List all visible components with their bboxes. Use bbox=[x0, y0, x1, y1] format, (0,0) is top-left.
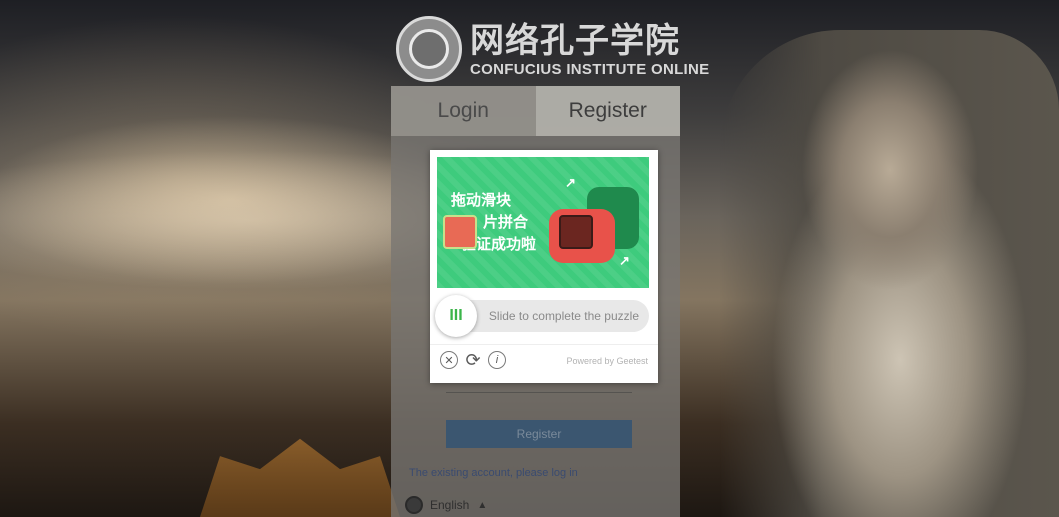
tab-login[interactable]: Login bbox=[391, 86, 536, 136]
arrow-icon: ↗ bbox=[565, 175, 576, 190]
tab-register[interactable]: Register bbox=[535, 86, 680, 136]
grip-icon: III bbox=[449, 307, 463, 324]
language-label: English bbox=[430, 498, 470, 512]
logo-title-en: CONFUCIUS INSTITUTE ONLINE bbox=[470, 60, 710, 78]
logo-seal-icon bbox=[396, 16, 462, 82]
puzzle-text-line-1: 拖动滑块 bbox=[451, 191, 512, 209]
powered-by-geetest: Powered by Geetest bbox=[566, 356, 648, 366]
puzzle-piece bbox=[443, 215, 477, 249]
site-logo: 网络孔子学院 CONFUCIUS INSTITUTE ONLINE bbox=[396, 16, 709, 82]
close-icon[interactable]: ✕ bbox=[440, 351, 458, 369]
captcha-popup: 拖动滑块 片拼合 验证成功啦 ↗ ↗ Slide to complete the… bbox=[430, 150, 658, 383]
refresh-icon[interactable]: ⟳ bbox=[464, 350, 482, 370]
logo-title-cn: 网络孔子学院 bbox=[470, 20, 680, 61]
register-button[interactable]: Register bbox=[446, 420, 632, 448]
chevron-up-icon: ▲ bbox=[477, 499, 488, 511]
slider-handle[interactable]: III bbox=[435, 295, 477, 337]
puzzle-target-slot bbox=[559, 215, 593, 249]
puzzle-text-line-2: 片拼合 bbox=[483, 213, 529, 231]
arrow-icon: ↗ bbox=[619, 253, 630, 268]
confucius-statue-image bbox=[720, 30, 1059, 517]
info-icon[interactable]: i bbox=[488, 351, 506, 369]
existing-account-link[interactable]: The existing account, please log in bbox=[409, 467, 578, 479]
language-selector[interactable]: English ▲ bbox=[405, 496, 487, 514]
slider-prompt: Slide to complete the puzzle bbox=[488, 309, 639, 323]
captcha-divider bbox=[430, 344, 658, 345]
globe-icon bbox=[405, 496, 423, 514]
captcha-puzzle-image: 拖动滑块 片拼合 验证成功啦 ↗ ↗ bbox=[437, 157, 649, 288]
auth-tabs: Login Register bbox=[391, 86, 680, 136]
